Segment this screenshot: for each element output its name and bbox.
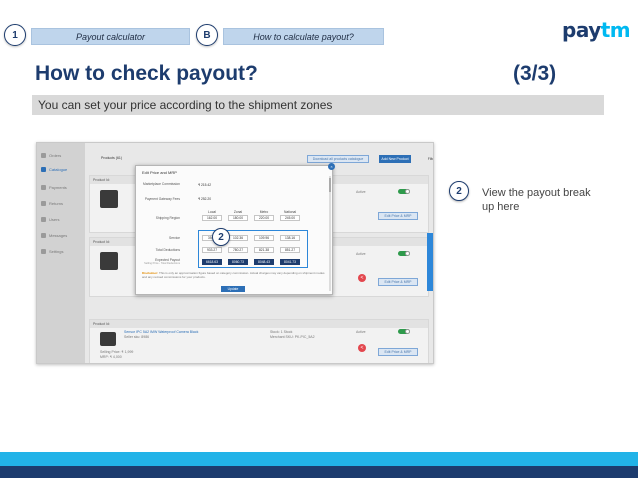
modal-scroll-thumb[interactable] [329,178,331,192]
users-icon [41,217,46,223]
marketplace-commission-value: ₹ 215.42 [198,183,212,187]
marketplace-commission-label: Marketplace Commission [142,182,180,186]
close-icon[interactable]: × [328,163,335,170]
payments-icon [41,185,46,191]
product-header: Product Id: [90,320,428,328]
active-toggle[interactable] [398,189,410,194]
zone-zonal-header: Zonal [233,210,243,214]
settings-icon [41,249,46,255]
seller-panel-screenshot: Orders Catalogue Payments Returns Users … [36,142,434,364]
messages-icon [41,233,46,239]
download-catalogue-button[interactable]: Download all products catalogue [307,155,369,163]
page-title: How to check payout? [35,62,258,85]
step-b-circle: B [196,24,218,46]
sidebar-item-messages[interactable]: Messages [41,233,67,239]
share-icon[interactable]: < [358,344,366,352]
callout-2-side: 2 [449,181,469,201]
orders-icon [41,153,46,159]
active-toggle[interactable] [398,329,410,334]
subtitle-text: You can set your price according to the … [38,98,333,112]
modal-scrollbar[interactable] [329,176,331,291]
sidebar-item-settings[interactable]: Settings [41,249,63,255]
product-mrp: MRP: ₹ 4,000 [100,355,122,359]
sidebar: Orders Catalogue Payments Returns Users … [37,143,85,363]
active-toggle[interactable] [398,251,410,256]
callout-2-modal: 2 [212,228,230,246]
product-thumbnail [100,332,116,346]
subtitle-band: You can set your price according to the … [32,95,604,115]
footer-band-light [0,452,638,466]
shipping-metro-input[interactable]: 220.00 [254,215,274,221]
active-label: Active [356,330,366,334]
products-count: Products (61) [101,156,123,160]
catalogue-toolbar: Products (61) Download all products cata… [87,153,433,165]
edit-price-button[interactable]: Edit Price & MRP [378,348,418,356]
product-card-3: Product Id: Sensor IPC 5A2 IMW Waterproo… [89,319,429,363]
footer-band-dark [0,466,638,478]
sidebar-item-users[interactable]: Users [41,217,59,223]
shipping-region-label: Shipping Region [155,216,180,220]
total-deductions-label: Total Deductions [155,248,180,252]
page-counter: (3/3) [513,62,557,85]
disclaimer-text: Disclaimer: This is only an approximatio… [142,271,325,279]
product-stock: Stock: 1 Stock [270,330,293,334]
edit-price-modal: Edit Price and MRP × Marketplace Commiss… [135,163,335,295]
step-b-label: How to calculate payout? [223,28,384,45]
share-icon[interactable]: < [358,274,366,282]
filter-products-dropdown[interactable]: Filter Products [421,155,433,163]
feedback-strip[interactable] [427,233,433,291]
shipping-zonal-input[interactable]: 180.00 [228,215,248,221]
edit-price-button[interactable]: Edit Price & MRP [378,212,418,220]
sidebar-item-returns[interactable]: Returns [41,201,63,207]
product-merchant-sku: Merchant SKU: PK-PIC_5A2 [270,335,315,339]
zone-local-header: Local [208,210,216,214]
edit-price-button[interactable]: Edit Price & MRP [378,278,418,286]
add-product-button[interactable]: Add New Product [379,155,411,163]
active-label: Active [356,190,366,194]
step-1-circle: 1 [4,24,26,46]
payout-breakup-note: View the payout break up here [482,187,591,213]
step-1-label: Payout calculator [31,28,190,45]
payment-gateway-label: Payment Gateway Fees [144,197,180,201]
product-name[interactable]: Sensor IPC 5A2 IMW Waterproof Camera Bla… [124,330,198,334]
product-seller-sku: Seller sku: 8986 [124,335,150,339]
active-label: Active [356,252,366,256]
expected-payout-sublabel: Selling Price - Total Deductions [144,262,180,265]
sidebar-item-payments[interactable]: Payments [41,185,67,191]
product-thumbnail [100,190,118,208]
catalogue-icon [41,167,46,173]
sidebar-item-orders[interactable]: Orders [41,153,61,159]
service-label: Service [169,236,180,240]
modal-title: Edit Price and MRP [142,170,177,175]
shipping-national-input[interactable]: 245.00 [280,215,300,221]
returns-icon [41,201,46,207]
payment-gateway-value: ₹ 252.20 [198,197,212,201]
shipping-local-input[interactable]: 162.00 [202,215,222,221]
slide: 1 Payout calculator B How to calculate p… [0,0,638,478]
sidebar-item-catalogue[interactable]: Catalogue [41,167,67,173]
product-thumbnail [100,252,118,270]
update-button[interactable]: Update [221,286,245,292]
zone-metro-header: Metro [259,210,269,214]
product-selling-price: Selling Price: ₹ 1,999 [100,350,134,354]
zone-national-header: National [283,210,297,214]
paytm-logo: paytm [562,18,631,42]
